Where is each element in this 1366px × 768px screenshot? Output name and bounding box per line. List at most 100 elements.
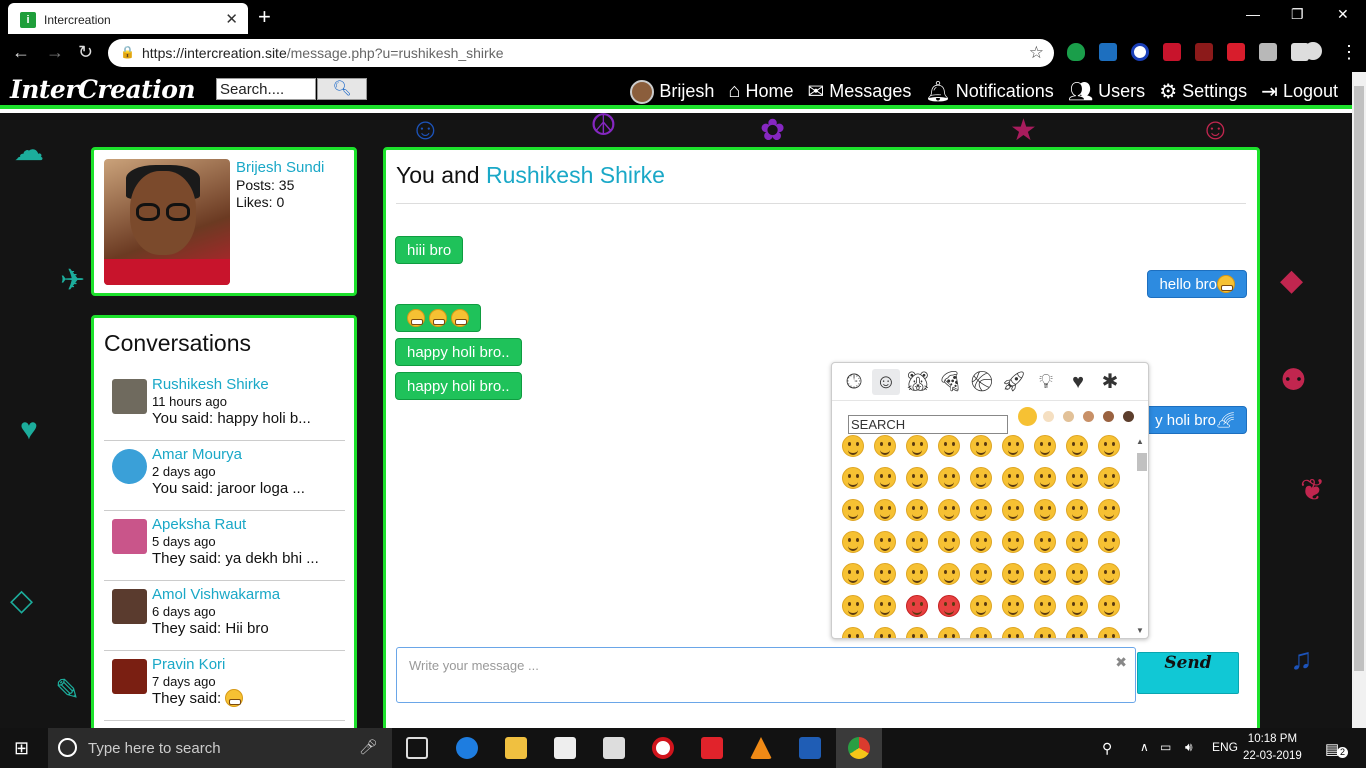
emoji-option-icon[interactable] (874, 467, 896, 489)
conversation-item[interactable]: Rushikesh Shirke 11 hours ago You said: … (104, 371, 345, 441)
emoji-option-icon[interactable] (1002, 627, 1024, 638)
animals-icon[interactable]: 🐹︎ (904, 369, 932, 395)
emoji-option-icon[interactable] (842, 435, 864, 457)
skin-tone-medium-light[interactable] (1063, 411, 1074, 422)
emoji-option-icon[interactable] (1034, 467, 1056, 489)
conversation-name[interactable]: Pravin Kori (152, 656, 225, 673)
emoji-option-icon[interactable] (1098, 531, 1120, 553)
emoji-option-icon[interactable] (1002, 435, 1024, 457)
emoji-option-icon[interactable] (1034, 595, 1056, 617)
scroll-up-icon[interactable]: ▲ (1136, 437, 1144, 446)
conversation-name[interactable]: Apeksha Raut (152, 516, 246, 533)
new-tab-icon[interactable]: + (258, 4, 271, 30)
conversation-name[interactable]: Amol Vishwakarma (152, 586, 280, 603)
send-button[interactable]: Send (1137, 652, 1239, 694)
flags-icon[interactable]: ✱ (1096, 369, 1124, 395)
emoji-option-icon[interactable] (906, 627, 928, 638)
emoji-option-icon[interactable] (1098, 563, 1120, 585)
skin-tone-default[interactable] (1018, 407, 1037, 426)
emoji-option-icon[interactable] (1098, 467, 1120, 489)
emoji-option-icon[interactable] (842, 499, 864, 521)
store-icon[interactable] (554, 737, 576, 759)
emoji-option-icon[interactable] (1098, 595, 1120, 617)
page-scrollbar[interactable] (1352, 72, 1366, 728)
profile-photo[interactable] (104, 159, 230, 285)
emoji-scroll-thumb[interactable] (1137, 453, 1147, 471)
reload-icon[interactable]: ↻ (78, 42, 93, 63)
close-tab-icon[interactable]: ✕ (225, 10, 238, 28)
scroll-down-icon[interactable]: ▼ (1136, 626, 1144, 635)
people-icon[interactable]: ⚲ (1102, 740, 1112, 757)
profile-name[interactable]: Brijesh Sundi (236, 159, 324, 176)
browser-tab[interactable]: i Intercreation ✕ (8, 3, 248, 34)
acrobat-extension-icon[interactable] (1195, 43, 1213, 61)
nav-users[interactable]: 👥︎ Users (1068, 79, 1145, 104)
emoji-option-icon[interactable] (970, 467, 992, 489)
emoji-option-icon[interactable] (970, 531, 992, 553)
conversation-name[interactable]: Rushikesh Shirke (152, 376, 269, 393)
language-indicator[interactable]: ENG (1212, 740, 1238, 754)
conversation-item[interactable]: Amol Vishwakarma 6 days ago They said: H… (104, 581, 345, 651)
emoji-option-icon[interactable] (970, 563, 992, 585)
emoji-scrollbar[interactable]: ▲ ▼ (1136, 437, 1147, 637)
emoji-option-icon[interactable] (1034, 563, 1056, 585)
conversation-name[interactable]: Amar Mourya (152, 446, 242, 463)
emoji-option-icon[interactable] (1002, 595, 1024, 617)
edge-icon[interactable] (456, 737, 478, 759)
search-input[interactable]: Search.... (216, 78, 316, 100)
emoji-option-icon[interactable] (1066, 499, 1088, 521)
emoji-option-icon[interactable] (906, 435, 928, 457)
recent-icon[interactable]: 🕒︎ (840, 369, 868, 395)
nav-messages[interactable]: ✉ Messages (808, 79, 912, 104)
opera-icon[interactable] (652, 737, 674, 759)
emoji-option-icon[interactable] (970, 627, 992, 638)
task-view-icon[interactable] (406, 737, 428, 759)
skin-tone-medium[interactable] (1083, 411, 1094, 422)
page-scroll-thumb[interactable] (1354, 86, 1364, 671)
emoji-option-icon[interactable] (842, 531, 864, 553)
taskbar-clock[interactable]: 10:18 PM 22-03-2019 (1243, 731, 1302, 765)
smileys-icon[interactable]: ☺ (872, 369, 900, 395)
emoji-option-icon[interactable] (842, 467, 864, 489)
emoji-option-icon[interactable] (1066, 563, 1088, 585)
back-icon[interactable]: ← (12, 42, 30, 63)
pdf-extension-icon[interactable] (1163, 43, 1181, 61)
clear-input-icon[interactable]: ✖ (1115, 654, 1127, 671)
emoji-option-icon[interactable] (1066, 531, 1088, 553)
profile-icon[interactable] (1304, 42, 1322, 60)
activity-icon[interactable]: 🏀︎ (968, 369, 996, 395)
skin-tone-medium-dark[interactable] (1103, 411, 1114, 422)
restore-icon[interactable]: ❐ (1291, 6, 1304, 23)
pdf-viewer-extension-icon[interactable] (1259, 43, 1277, 61)
emoji-option-icon[interactable] (906, 467, 928, 489)
food-icon[interactable]: 🍕︎ (936, 369, 964, 395)
windows-start-icon[interactable]: ⊞ (14, 738, 29, 759)
emoji-option-icon[interactable] (1002, 499, 1024, 521)
emoji-option-icon[interactable] (1034, 627, 1056, 638)
bookmark-star-icon[interactable]: ☆ (1029, 43, 1044, 63)
nav-home[interactable]: ⌂ Home (728, 80, 793, 103)
emoji-option-icon[interactable] (874, 563, 896, 585)
emoji-option-icon[interactable] (970, 499, 992, 521)
emoji-option-icon[interactable] (874, 531, 896, 553)
emoji-option-icon[interactable] (970, 595, 992, 617)
skin-tone-light[interactable] (1043, 411, 1054, 422)
emoji-option-icon[interactable] (1034, 531, 1056, 553)
volume-icon[interactable]: 🔊︎ (1185, 740, 1193, 755)
skin-tone-dark[interactable] (1123, 411, 1134, 422)
word-icon[interactable] (799, 737, 821, 759)
emoji-option-icon[interactable] (1066, 467, 1088, 489)
emoji-option-icon[interactable] (1002, 467, 1024, 489)
emoji-option-icon[interactable] (1034, 499, 1056, 521)
emoji-option-icon[interactable] (1066, 595, 1088, 617)
tray-expand-icon[interactable]: ∧ (1140, 740, 1149, 754)
nav-profile[interactable]: Brijesh (630, 79, 714, 104)
emoji-option-icon[interactable] (1034, 435, 1056, 457)
close-window-icon[interactable]: ✕ (1337, 6, 1349, 23)
emoji-option-icon[interactable] (938, 531, 960, 553)
objects-icon[interactable]: 💡︎ (1032, 369, 1060, 395)
emoji-option-icon[interactable] (938, 563, 960, 585)
emoji-option-icon[interactable] (842, 595, 864, 617)
emoji-option-icon[interactable] (1066, 435, 1088, 457)
emoji-option-icon[interactable] (938, 627, 960, 638)
